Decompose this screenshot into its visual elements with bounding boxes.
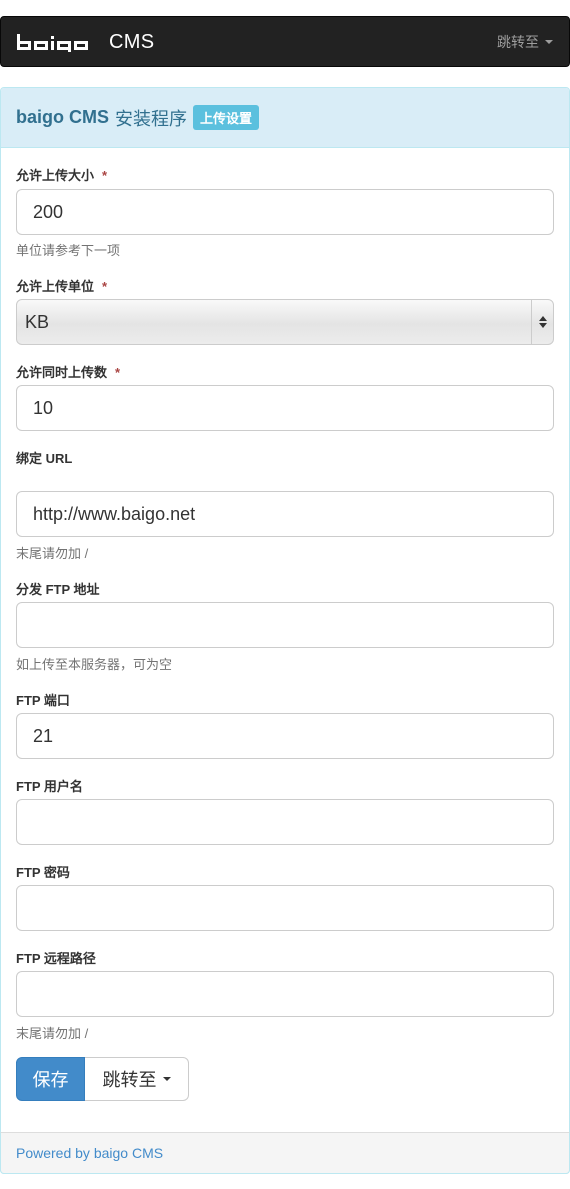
- field-upload-count: 允许同时上传数 * 10: [16, 362, 554, 431]
- upload-size-input[interactable]: 200: [16, 189, 554, 235]
- field-label: 允许上传大小: [16, 168, 95, 183]
- field-ftp-user: FTP 用户名: [16, 776, 554, 845]
- caret-down-icon: [545, 40, 553, 44]
- bind-url-input[interactable]: http://www.baigo.net: [16, 491, 554, 537]
- required-mark: *: [102, 168, 108, 183]
- save-button[interactable]: 保存: [16, 1057, 85, 1101]
- action-button-group: 保存 跳转至: [16, 1057, 189, 1101]
- field-label: 允许同时上传数: [16, 365, 108, 380]
- caret-down-icon: [162, 1077, 171, 1081]
- ftp-user-input[interactable]: [16, 799, 554, 845]
- field-label: FTP 密码: [16, 865, 70, 880]
- jump-button-label: 跳转至: [102, 1070, 157, 1090]
- field-upload-unit: 允许上传单位 * KB: [16, 276, 554, 345]
- nav-jump-label: 跳转至: [497, 34, 539, 50]
- step-badge: 上传设置: [193, 105, 260, 130]
- ftp-port-input[interactable]: 21: [16, 713, 554, 759]
- top-navbar: CMS 跳转至: [0, 16, 570, 67]
- ftp-path-input[interactable]: [16, 971, 554, 1017]
- panel-title-cn: 安装程序: [115, 108, 187, 129]
- brand[interactable]: CMS: [17, 28, 154, 56]
- required-mark: *: [115, 365, 121, 380]
- help-text: 末尾请勿加 /: [16, 1026, 89, 1041]
- field-label: 绑定 URL: [16, 451, 73, 466]
- select-value: KB: [25, 311, 50, 332]
- select-arrows-icon: [531, 300, 553, 344]
- field-ftp-port: FTP 端口 21: [16, 690, 554, 759]
- nav-jump-dropdown[interactable]: 跳转至: [497, 32, 553, 52]
- field-label: 允许上传单位: [16, 279, 95, 294]
- panel-title: baigo CMS: [16, 107, 109, 127]
- ftp-host-input[interactable]: [16, 602, 554, 648]
- ftp-password-input[interactable]: [16, 885, 554, 931]
- panel-footer: Powered by baigo CMS: [0, 1132, 570, 1174]
- field-ftp-host: 分发 FTP 地址 如上传至本服务器，可为空: [16, 579, 554, 672]
- jump-dropdown-button[interactable]: 跳转至: [85, 1057, 189, 1101]
- field-label: FTP 用户名: [16, 779, 83, 794]
- field-bind-url: 绑定 URL http://www.baigo.net 末尾请勿加 /: [16, 448, 554, 561]
- upload-unit-select[interactable]: KB: [16, 299, 554, 345]
- field-label: FTP 远程路径: [16, 951, 96, 966]
- field-label: 分发 FTP 地址: [16, 582, 100, 597]
- upload-count-input[interactable]: 10: [16, 385, 554, 431]
- help-text: 单位请参考下一项: [16, 243, 121, 258]
- help-text: 如上传至本服务器，可为空: [16, 657, 173, 672]
- baigo-logo: [17, 34, 88, 52]
- field-label: FTP 端口: [16, 693, 70, 708]
- field-upload-size: 允许上传大小 * 200 单位请参考下一项: [16, 165, 554, 258]
- brand-text: CMS: [109, 30, 155, 53]
- field-ftp-path: FTP 远程路径 末尾请勿加 /: [16, 948, 554, 1041]
- powered-by-link[interactable]: Powered by baigo CMS: [16, 1145, 163, 1161]
- help-text: 末尾请勿加 /: [16, 546, 89, 561]
- field-ftp-password: FTP 密码: [16, 862, 554, 931]
- panel-heading: baigo CMS 安装程序 上传设置: [1, 88, 569, 148]
- required-mark: *: [102, 279, 108, 294]
